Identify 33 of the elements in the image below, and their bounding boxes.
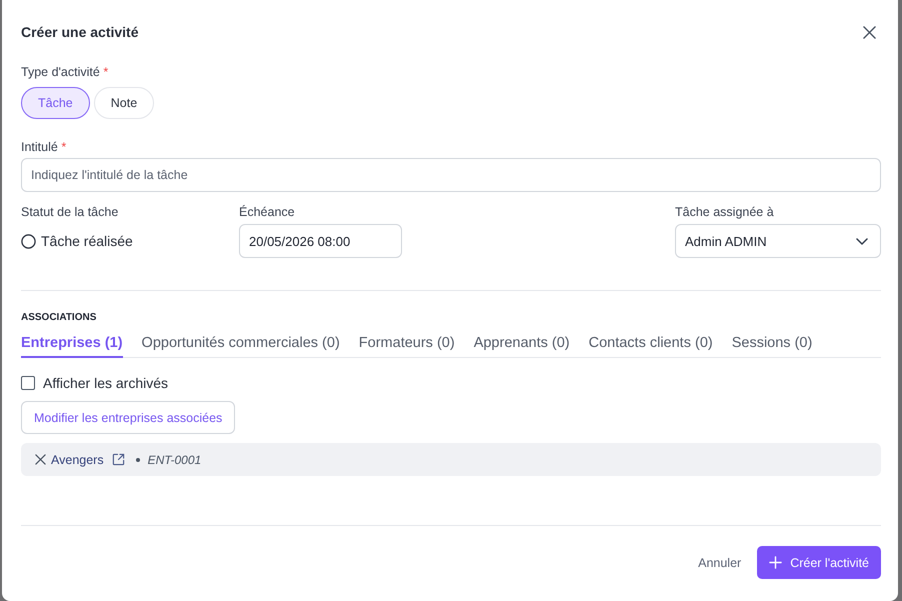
association-tab[interactable]: Entreprises (1) bbox=[21, 333, 123, 358]
checkbox[interactable] bbox=[21, 376, 35, 390]
association-tab[interactable]: Sessions (0) bbox=[732, 333, 812, 358]
external-link-icon[interactable] bbox=[112, 453, 125, 466]
assignee-select[interactable]: Admin ADMIN bbox=[675, 224, 881, 258]
section-heading: ASSOCIATIONS bbox=[21, 311, 96, 325]
create-activity-button[interactable]: Créer l'activité bbox=[757, 546, 881, 579]
title-input[interactable]: Indiquez l'intitulé de la tâche bbox=[21, 158, 881, 192]
field-label: Statut de la tâche bbox=[21, 204, 118, 220]
due-date-input[interactable]: 20/05/2026 08:00 bbox=[239, 224, 402, 258]
field-label: Intitulé * bbox=[21, 139, 66, 155]
field-label: Type d'activité * bbox=[21, 64, 108, 80]
association-tab[interactable]: Apprenants (0) bbox=[474, 333, 570, 358]
association-tab[interactable]: Contacts clients (0) bbox=[588, 333, 713, 358]
separator-dot-icon bbox=[136, 458, 140, 462]
association-tab[interactable]: Opportunités commerciales (0) bbox=[142, 333, 340, 358]
company-link[interactable]: Avengers bbox=[51, 452, 104, 466]
field-label: Échéance bbox=[239, 204, 295, 220]
dialog-title: Créer une activité bbox=[21, 23, 138, 42]
field-label: Tâche assignée à bbox=[675, 204, 774, 220]
cancel-button[interactable]: Annuler bbox=[690, 546, 750, 579]
edit-associations-button[interactable]: Modifier les entreprises associées bbox=[21, 401, 236, 434]
activity-type-option[interactable]: Tâche bbox=[21, 87, 90, 119]
close-icon[interactable] bbox=[863, 26, 876, 39]
company-code: ENT-0001 bbox=[148, 452, 202, 466]
plus-icon bbox=[769, 556, 782, 569]
chevron-down-icon bbox=[856, 238, 868, 244]
radio-icon[interactable] bbox=[21, 234, 36, 248]
remove-icon[interactable] bbox=[35, 454, 46, 465]
activity-type-option[interactable]: Note bbox=[94, 87, 154, 119]
checkbox-label[interactable]: Afficher les archivés bbox=[43, 375, 168, 391]
association-tab[interactable]: Formateurs (0) bbox=[358, 333, 455, 358]
task-done-label[interactable]: Tâche réalisée bbox=[41, 233, 133, 249]
